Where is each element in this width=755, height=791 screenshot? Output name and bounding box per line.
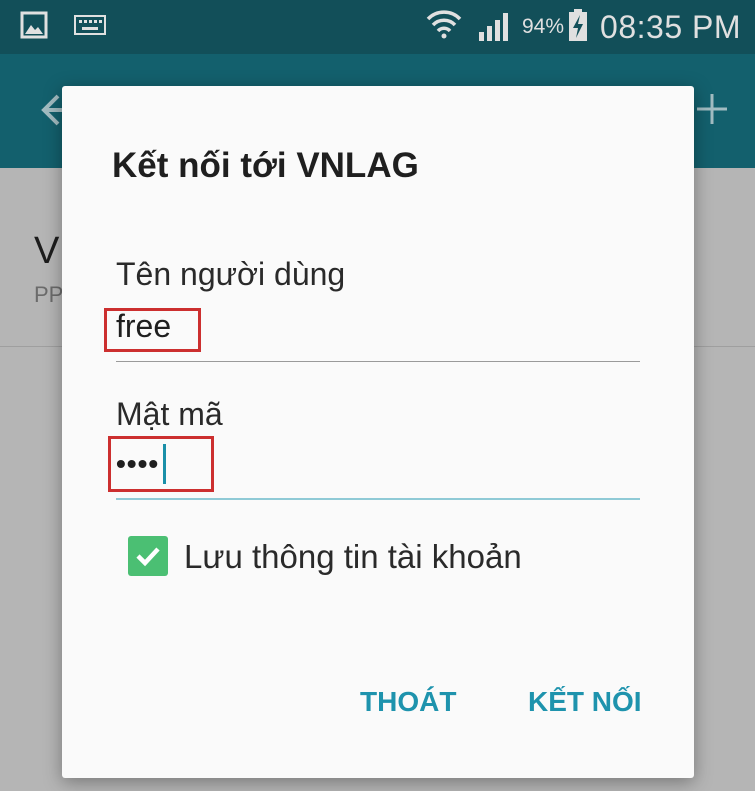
dialog-title: Kết nối tới VNLAG xyxy=(112,146,419,185)
username-underline xyxy=(116,361,640,362)
connect-dialog: Kết nối tới VNLAG Tên người dùng free Mậ… xyxy=(62,86,694,778)
connect-button[interactable]: KẾT NỐI xyxy=(528,686,642,718)
password-label: Mật mã xyxy=(116,396,223,432)
checkmark-icon xyxy=(136,547,160,567)
username-field[interactable]: free xyxy=(116,308,171,345)
password-field[interactable]: •••• xyxy=(116,448,159,480)
password-underline xyxy=(116,498,640,500)
save-account-label[interactable]: Lưu thông tin tài khoản xyxy=(184,538,522,576)
cancel-button[interactable]: THOÁT xyxy=(360,686,456,718)
username-label: Tên người dùng xyxy=(116,256,346,292)
save-account-checkbox[interactable] xyxy=(128,536,168,576)
text-cursor xyxy=(163,444,166,484)
